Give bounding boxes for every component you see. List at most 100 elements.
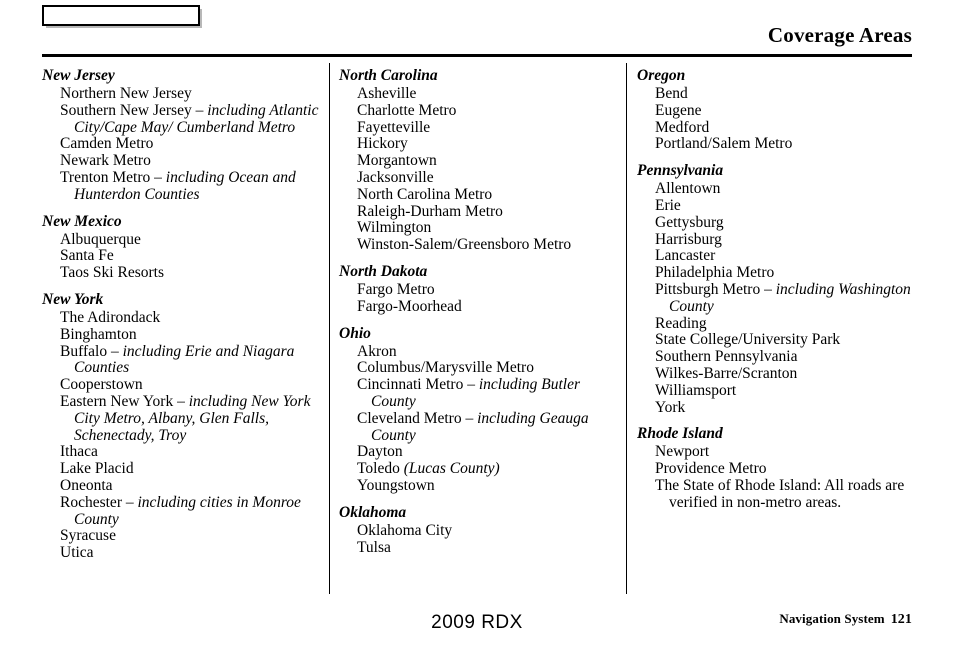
coverage-entry: Lake Placid [60, 460, 330, 478]
coverage-entry: Tulsa [357, 539, 627, 557]
coverage-entry-list: The Adirondack Binghamton Buffalo – includ… [42, 308, 330, 562]
coverage-entry-list: Bend Eugene Medford Portland/Salem Metro [637, 85, 925, 153]
coverage-entry: Taos Ski Resorts [60, 264, 330, 282]
coverage-entry-list: Fargo Metro Fargo-Moorhead [339, 280, 627, 316]
coverage-entry: Trenton Metro – including Ocean and Hunt… [60, 168, 330, 204]
coverage-entry-list: Asheville Charlotte Metro Fayetteville Hick… [339, 85, 627, 254]
state-name: New Jersey [42, 67, 115, 84]
coverage-entry-name: Philadelphia Metro [655, 264, 775, 282]
coverage-entry: Allentown [655, 180, 925, 198]
coverage-entry: Providence Metro [655, 460, 925, 478]
coverage-entry: Gettysburg [655, 214, 925, 232]
coverage-entry-qualifier: (Lucas County) [403, 460, 500, 478]
coverage-entry: Hickory [357, 135, 627, 153]
coverage-entry-name: Cooperstown [60, 376, 143, 394]
coverage-entry: North Carolina Metro [357, 185, 627, 204]
coverage-entry: Raleigh-Durham Metro [357, 202, 627, 221]
footer-section-info: Navigation System 121 [779, 611, 912, 628]
footer-section-label: Navigation System [779, 611, 885, 626]
coverage-entry: Albuquerque [60, 231, 330, 249]
coverage-entry-name: Williamsport [655, 381, 737, 399]
coverage-entry: York [655, 399, 925, 417]
coverage-entry-list: Newport Providence Metro The State of Rhod… [637, 443, 925, 511]
state-block: North Carolina Asheville Charlotte Metro Fa… [339, 66, 627, 254]
page-header: Coverage Areas [42, 23, 912, 47]
coverage-entry-list: Akron Columbus/Marysville Metro Cincinnati… [339, 343, 627, 495]
coverage-entry-name: Newport [655, 443, 710, 461]
coverage-entry: Bend [655, 85, 925, 103]
coverage-entry-name: Asheville [357, 85, 417, 102]
coverage-entry-name: Raleigh-Durham Metro [357, 202, 503, 220]
coverage-entry-list: Albuquerque Santa Fe Taos Ski Resorts [42, 231, 330, 282]
column-1: New Jersey Northern New Jersey Southern Ne… [42, 66, 330, 596]
coverage-entry-name: The Adirondack [60, 308, 161, 326]
coverage-entry: Lancaster [655, 247, 925, 265]
coverage-entry: Camden Metro [60, 135, 330, 153]
state-name: North Carolina [339, 67, 438, 84]
coverage-entry: Syracuse [60, 527, 330, 545]
coverage-entry: Pittsburgh Metro – including Washington … [655, 280, 925, 316]
coverage-entry: Portland/Salem Metro [655, 135, 925, 153]
coverage-entry-name: Jacksonville [357, 168, 434, 186]
state-name: New York [42, 290, 104, 308]
coverage-entry-name: Erie [655, 196, 681, 214]
coverage-entry-name: Reading [655, 314, 707, 332]
coverage-entry-name: Charlotte Metro [357, 101, 457, 119]
coverage-entry-name: Ithaca [60, 443, 98, 461]
coverage-entry-name: Oklahoma City [357, 521, 453, 539]
coverage-entry: Fargo-Moorhead [357, 297, 627, 316]
coverage-entry: Eugene [655, 102, 925, 120]
coverage-entry: The Adirondack [60, 308, 330, 327]
coverage-entry: Wilkes-Barre/Scranton [655, 364, 925, 383]
coverage-entry-name: Binghamton [60, 325, 137, 343]
coverage-entry-list: Oklahoma City Tulsa [339, 521, 627, 557]
state-block: Rhode Island Newport Providence Metro The S… [637, 424, 925, 511]
coverage-entry-name: Portland/Salem Metro [655, 135, 793, 153]
coverage-entry-name: Newark Metro [60, 152, 151, 170]
footer-page-number: 121 [890, 612, 912, 627]
coverage-entry-name: Taos Ski Resorts [60, 264, 164, 282]
state-block: Oklahoma Oklahoma City Tulsa [339, 503, 627, 557]
coverage-entry-list: Allentown Erie Gettysburg Harrisburg Lancast… [637, 180, 925, 417]
coverage-entry-name: Rochester – [60, 493, 138, 511]
coverage-entry: Philadelphia Metro [655, 264, 925, 282]
coverage-entry-name: North Carolina Metro [357, 185, 493, 203]
coverage-entry-name: The State of Rhode Island: All roads are… [655, 476, 905, 511]
coverage-entry-name: Harrisburg [655, 230, 722, 248]
state-name: New Mexico [42, 212, 122, 230]
coverage-entry: Asheville [357, 85, 627, 103]
coverage-entry-name: Camden Metro [60, 135, 154, 153]
coverage-entry: Buffalo – including Erie and Niagara Cou… [60, 343, 330, 378]
coverage-entry-name: Youngstown [357, 476, 435, 494]
coverage-entry-name: Trenton Metro – [60, 168, 166, 186]
coverage-entry: Erie [655, 196, 925, 215]
coverage-entry: Jacksonville [357, 168, 627, 187]
coverage-entry: Reading [655, 314, 925, 333]
coverage-entry-list: Northern New Jersey Southern New Jersey –… [42, 85, 330, 204]
coverage-entry: Youngstown [357, 476, 627, 495]
state-block: North Dakota Fargo Metro Fargo-Moorhead [339, 262, 627, 316]
coverage-entry: Southern Pennsylvania [655, 348, 925, 366]
coverage-entry-name: Wilkes-Barre/Scranton [655, 364, 798, 382]
coverage-entry-name: Fargo Metro [357, 280, 435, 298]
coverage-entry: Rochester – including cities in Monroe C… [60, 493, 330, 529]
coverage-entry: Cooperstown [60, 376, 330, 394]
coverage-entry-name: Pittsburgh Metro – [655, 280, 776, 298]
coverage-entry-name: Dayton [357, 443, 403, 461]
state-block: New Mexico Albuquerque Santa Fe Taos Ski Re… [42, 212, 330, 282]
coverage-entry-name: Fargo-Moorhead [357, 297, 462, 315]
coverage-entry: Oneonta [60, 477, 330, 495]
coverage-entry-name: Utica [60, 544, 94, 562]
coverage-entry: Utica [60, 544, 330, 562]
coverage-entry-name: Allentown [655, 180, 721, 198]
coverage-entry-name: Santa Fe [60, 247, 114, 265]
coverage-entry: Harrisburg [655, 230, 925, 249]
coverage-entry: Newport [655, 443, 925, 461]
coverage-entry-name: Northern New Jersey [60, 85, 192, 102]
coverage-entry: Charlotte Metro [357, 101, 627, 120]
coverage-entry: Wilmington [357, 219, 627, 237]
state-name: Oregon [637, 67, 686, 84]
coverage-entry-name: Lake Placid [60, 460, 134, 478]
coverage-entry: Southern New Jersey – including Atlantic… [60, 102, 330, 137]
coverage-entry-name: Wilmington [357, 219, 432, 237]
